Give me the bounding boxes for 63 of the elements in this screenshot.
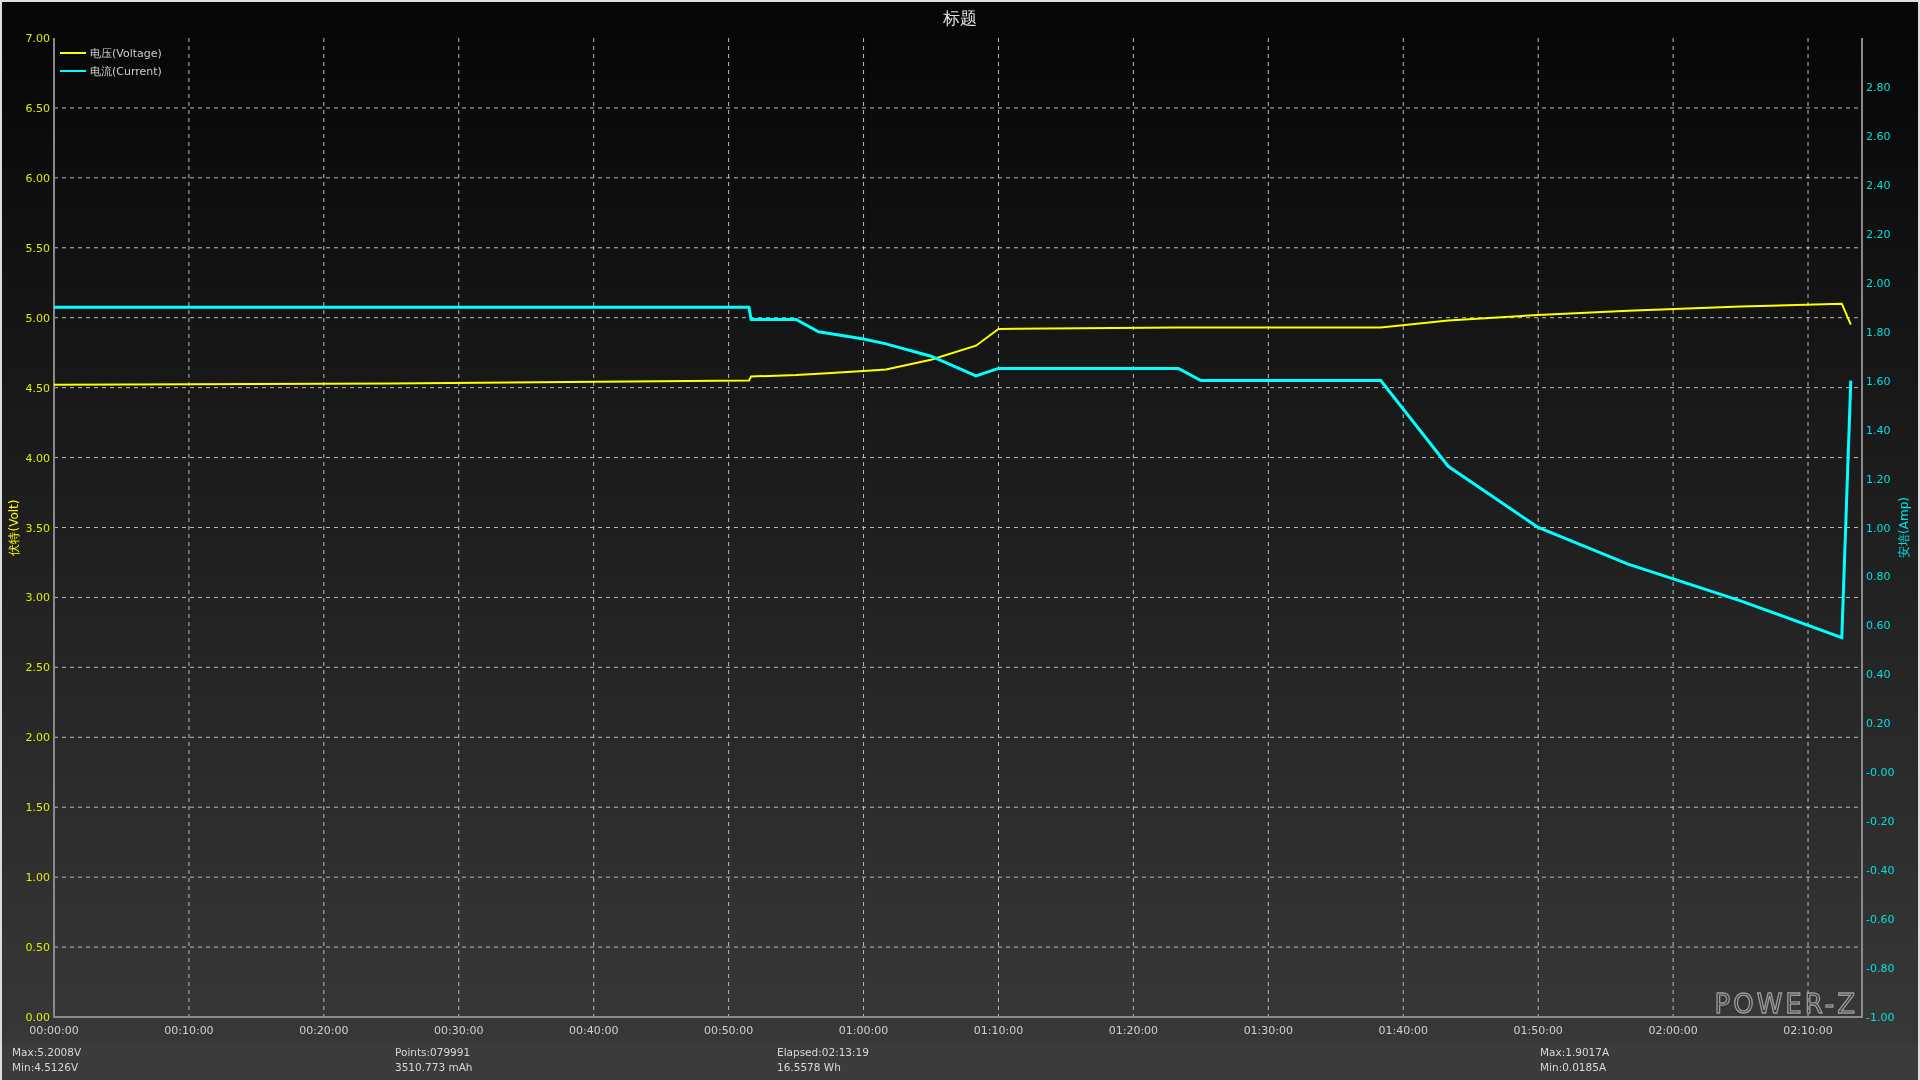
y2-tick-label: -0.40 bbox=[1866, 864, 1895, 878]
legend-label: 电流(Current) bbox=[90, 65, 162, 78]
y-tick-label: 3.00 bbox=[25, 591, 50, 605]
y2-tick-label: 1.60 bbox=[1866, 374, 1891, 388]
y-tick-label: 5.50 bbox=[25, 241, 50, 255]
x-tick-label: 00:30:00 bbox=[434, 1024, 484, 1037]
y2-tick-label: 0.80 bbox=[1866, 570, 1891, 584]
y-tick-label: 0.00 bbox=[25, 1011, 50, 1024]
stat-text: Max:1.9017A bbox=[1540, 1045, 1610, 1060]
y2-tick-label: 2.00 bbox=[1866, 276, 1891, 290]
x-tick-label: 01:30:00 bbox=[1243, 1024, 1294, 1037]
stat-text: 16.5578 Wh bbox=[777, 1060, 841, 1075]
stat-text: Points:079991 bbox=[395, 1045, 471, 1060]
y2-tick-label: -0.80 bbox=[1866, 962, 1895, 976]
y-tick-label: 1.00 bbox=[25, 871, 50, 885]
y2-tick-label: 1.00 bbox=[1866, 521, 1891, 535]
y2-tick-label: 0.60 bbox=[1866, 619, 1891, 633]
y2-tick-label: -0.20 bbox=[1866, 815, 1895, 829]
x-tick-label: 02:00:00 bbox=[1648, 1024, 1698, 1037]
chart-title: 标题 bbox=[943, 8, 977, 28]
y-tick-label: 3.50 bbox=[25, 521, 50, 535]
y-tick-label: 1.50 bbox=[25, 801, 50, 815]
y-axis-title: 伏特(Volt) bbox=[7, 499, 21, 556]
x-tick-label: 01:20:00 bbox=[1108, 1024, 1159, 1037]
y2-tick-label: -0.60 bbox=[1866, 913, 1895, 927]
y2-tick-label: 0.20 bbox=[1866, 717, 1891, 731]
y-tick-label: 5.00 bbox=[25, 311, 50, 325]
x-tick-label: 01:50:00 bbox=[1513, 1024, 1563, 1037]
x-tick-label: 00:10:00 bbox=[164, 1024, 214, 1037]
y2-tick-label: -1.00 bbox=[1866, 1011, 1895, 1024]
stat-text: Min:4.5126V bbox=[12, 1060, 79, 1075]
y-tick-label: 4.00 bbox=[25, 451, 50, 465]
y-tick-label: 7.00 bbox=[25, 32, 50, 45]
x-tick-label: 01:00:00 bbox=[838, 1024, 889, 1037]
x-tick-label: 00:50:00 bbox=[703, 1024, 754, 1037]
x-tick-label: 02:10:00 bbox=[1783, 1024, 1833, 1037]
logo: POWER-Z bbox=[1714, 989, 1858, 1019]
y2-tick-label: 2.80 bbox=[1866, 80, 1891, 94]
x-tick-label: 00:00:00 bbox=[29, 1024, 79, 1037]
y2-tick-label: 2.20 bbox=[1866, 227, 1891, 241]
y2-tick-label: 1.20 bbox=[1866, 472, 1891, 486]
y-tick-label: 6.00 bbox=[25, 171, 50, 185]
y2-tick-label: 2.60 bbox=[1866, 129, 1891, 143]
y2-tick-label: 0.40 bbox=[1866, 668, 1891, 682]
stat-text: Min:0.0185A bbox=[1540, 1060, 1607, 1075]
y-tick-label: 0.50 bbox=[25, 941, 50, 955]
x-tick-label: 00:20:00 bbox=[299, 1024, 349, 1037]
stat-text: 3510.773 mAh bbox=[395, 1060, 473, 1075]
y2-tick-label: 1.40 bbox=[1866, 423, 1891, 437]
y2-tick-label: -0.00 bbox=[1866, 766, 1895, 780]
y-tick-label: 2.00 bbox=[25, 731, 50, 745]
y-tick-label: 2.50 bbox=[25, 661, 50, 675]
x-tick-label: 01:40:00 bbox=[1378, 1024, 1428, 1037]
y2-tick-label: 1.80 bbox=[1866, 325, 1891, 339]
x-tick-label: 00:40:00 bbox=[569, 1024, 619, 1037]
y-tick-label: 6.50 bbox=[25, 101, 50, 115]
stat-text: Elapsed:02:13:19 bbox=[777, 1045, 869, 1060]
legend-label: 电压(Voltage) bbox=[90, 47, 162, 60]
y-tick-label: 4.50 bbox=[25, 381, 50, 395]
stat-text: Max:5.2008V bbox=[12, 1045, 82, 1060]
y2-axis-title: 安培(Amp) bbox=[1897, 497, 1911, 558]
y2-tick-label: 2.40 bbox=[1866, 178, 1891, 192]
x-tick-label: 01:10:00 bbox=[973, 1024, 1024, 1037]
